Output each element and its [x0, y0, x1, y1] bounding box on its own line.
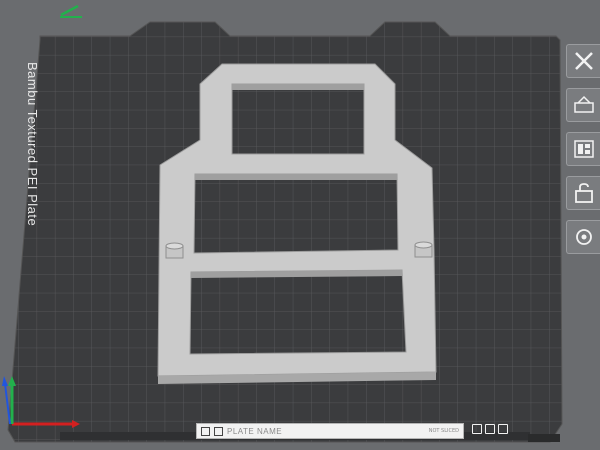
plate-settings-icon[interactable] — [485, 424, 495, 434]
close-icon[interactable] — [566, 44, 600, 78]
plate-grid-icon[interactable] — [201, 426, 210, 436]
plate-name-bar[interactable]: PLATE NAME NOT SLICED — [196, 423, 464, 439]
plate-label: Bambu Textured PEI Plate — [25, 62, 40, 227]
plate-name-text[interactable]: PLATE NAME — [227, 427, 282, 436]
right-toolbar — [562, 44, 600, 264]
model-peg-left[interactable] — [165, 242, 184, 259]
plate-status-text: NOT SLICED — [428, 427, 459, 434]
lock-icon[interactable] — [566, 176, 600, 210]
arrange-icon[interactable] — [566, 132, 600, 166]
plate-actions — [472, 424, 508, 434]
auto-orient-icon[interactable] — [566, 88, 600, 122]
edit-icon[interactable] — [58, 2, 84, 18]
model-peg-right[interactable] — [414, 241, 433, 258]
delete-plate-icon[interactable] — [472, 424, 482, 434]
build-plate-viewport[interactable] — [0, 0, 600, 450]
lock-plate-icon[interactable] — [498, 424, 508, 434]
settings-icon[interactable] — [566, 220, 600, 254]
plate-select-icon[interactable] — [214, 426, 223, 436]
